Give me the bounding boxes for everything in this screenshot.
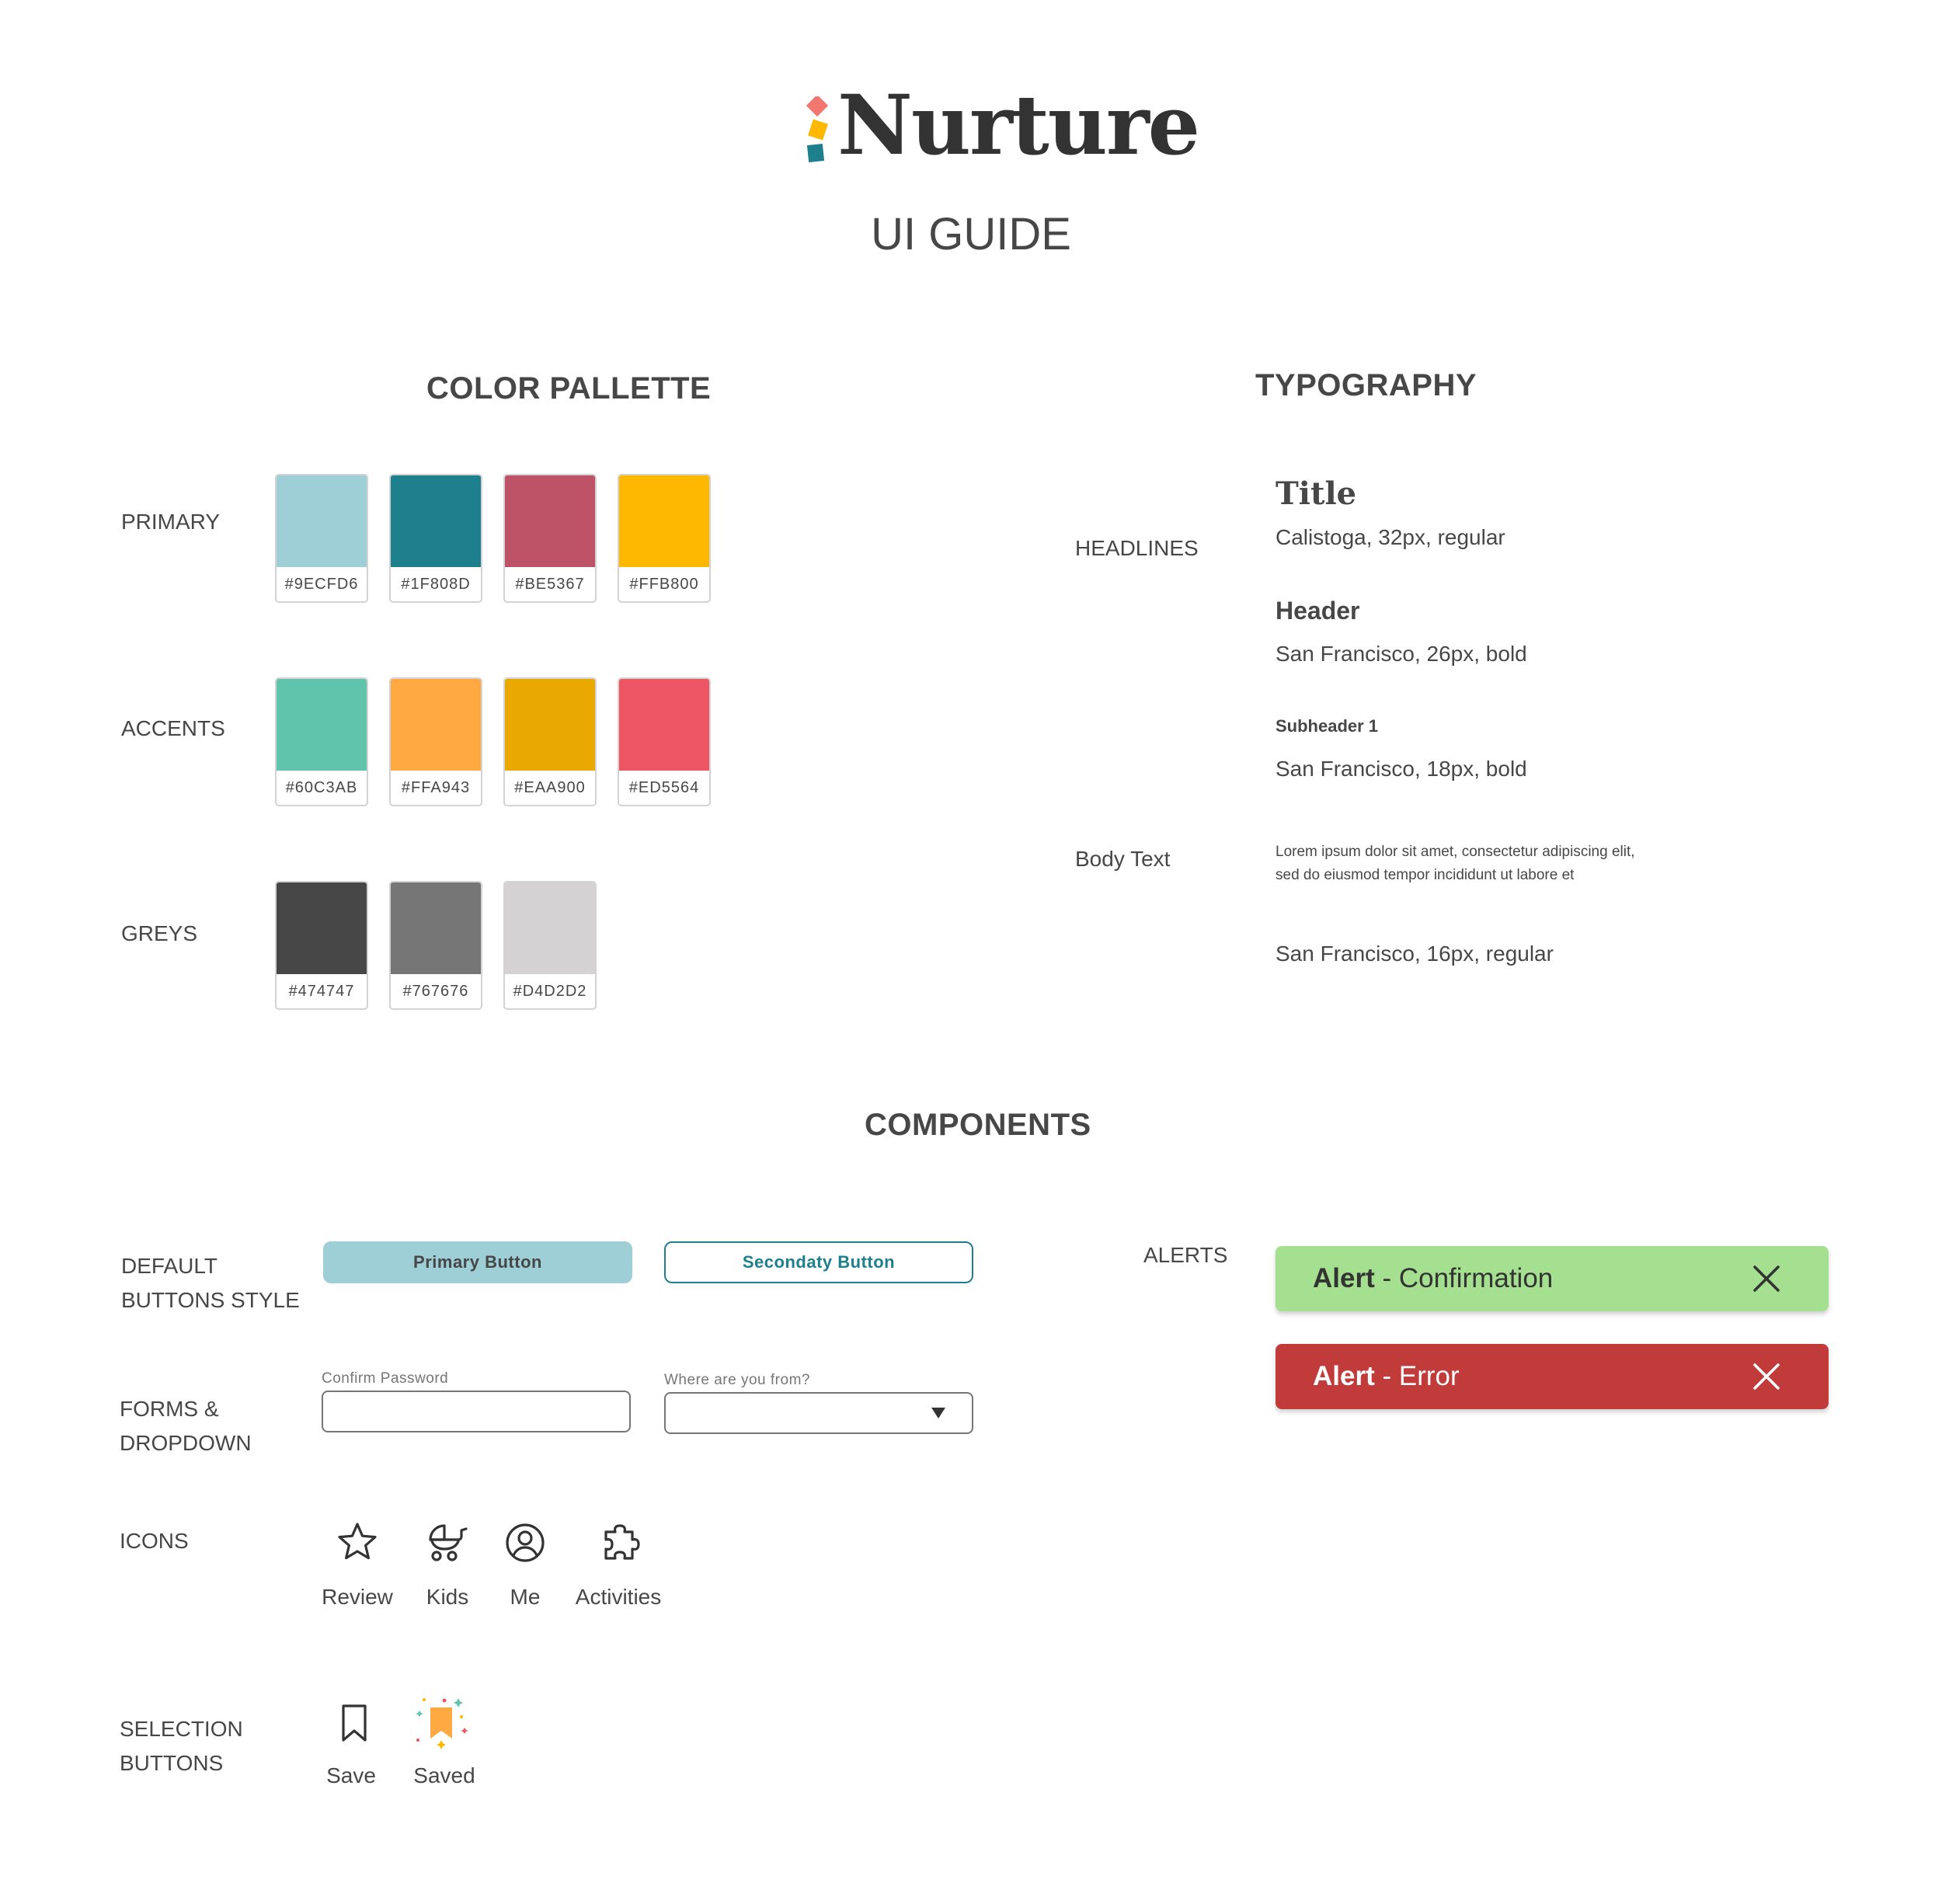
puzzle-icon[interactable] [598, 1521, 642, 1565]
color-chip [391, 882, 481, 974]
color-swatch: #1F808D [389, 474, 482, 603]
color-chip [619, 475, 709, 567]
color-hex-label: #767676 [402, 983, 469, 1000]
color-swatch: #60C3AB [275, 677, 368, 806]
password-field[interactable] [322, 1391, 631, 1432]
bookmark-filled-icon[interactable] [410, 1693, 472, 1756]
dropdown-arrow-icon [931, 1408, 945, 1418]
accents-label: ACCENTS [121, 716, 225, 740]
color-chip [277, 679, 367, 771]
buttons-label-line2: BUTTONS STYLE [121, 1288, 300, 1312]
color-hex-label: #FFB800 [629, 576, 699, 593]
forms-label-line2: DROPDOWN [120, 1431, 252, 1455]
subheader-desc: San Francisco, 18px, bold [1276, 757, 1527, 781]
color-chip [505, 679, 595, 771]
color-chip [505, 475, 595, 567]
page-subtitle: UI GUIDE [871, 209, 1071, 259]
color-hex-label: #BE5367 [515, 576, 585, 593]
header-desc: San Francisco, 26px, bold [1276, 642, 1527, 666]
saved-label: Saved [413, 1763, 475, 1787]
headlines-label: HEADLINES [1075, 536, 1199, 560]
color-hex-label: #EAA900 [514, 779, 586, 796]
color-hex-label: #474747 [288, 983, 355, 1000]
icon-label-kids: Kids [426, 1585, 469, 1609]
body-sample: Lorem ipsum dolor sit amet, consectetur … [1276, 844, 1635, 883]
alert-confirmation-text: - Confirmation [1374, 1263, 1554, 1293]
secondary-button[interactable]: Secondaty Button [664, 1241, 973, 1283]
password-field-label: Confirm Password [322, 1370, 449, 1387]
greys-label: GREYS [121, 921, 198, 945]
alert-error-title: Alert [1313, 1361, 1375, 1391]
color-swatch: #474747 [275, 881, 368, 1010]
color-chip [505, 882, 595, 974]
color-hex-label: #D4D2D2 [513, 983, 587, 1000]
color-swatch: #ED5564 [618, 677, 711, 806]
color-hex-label: #60C3AB [285, 779, 358, 796]
color-chip [277, 882, 367, 974]
save-label: Save [326, 1763, 376, 1787]
alert-confirmation: Alert - Confirmation [1276, 1246, 1829, 1311]
body-desc: San Francisco, 16px, regular [1276, 942, 1554, 966]
color-chip [391, 475, 481, 567]
color-swatch: #EAA900 [503, 677, 597, 806]
bookmark-icon[interactable] [332, 1701, 376, 1745]
color-chip [391, 679, 481, 771]
color-swatch: #FFA943 [389, 677, 482, 806]
alerts-label: ALERTS [1143, 1243, 1228, 1267]
primary-button[interactable]: Primary Button [323, 1241, 632, 1283]
title-sample: Title [1276, 475, 1357, 512]
body-text-label: Body Text [1075, 847, 1171, 871]
star-icon[interactable] [336, 1521, 379, 1565]
color-swatch: #D4D2D2 [503, 881, 597, 1010]
brand-name: Nurture [837, 76, 1200, 173]
stroller-icon[interactable] [426, 1521, 469, 1565]
country-dropdown[interactable] [664, 1392, 973, 1434]
close-icon[interactable] [1752, 1265, 1780, 1293]
close-icon[interactable] [1752, 1363, 1780, 1391]
icons-label: ICONS [120, 1529, 189, 1553]
icon-label-activities: Activities [575, 1585, 662, 1609]
typography-section-title: TYPOGRAPHY [1255, 368, 1477, 402]
color-swatch: #FFB800 [618, 474, 711, 603]
components-section-title: COMPONENTS [865, 1108, 1091, 1142]
header-sample: Header [1276, 597, 1360, 625]
color-chip [619, 679, 709, 771]
color-swatch: #BE5367 [503, 474, 597, 603]
country-dropdown-label: Where are you from? [664, 1372, 810, 1388]
alert-confirmation-title: Alert [1313, 1263, 1375, 1293]
selection-label-line2: BUTTONS [120, 1751, 224, 1775]
color-swatch: #767676 [389, 881, 482, 1010]
icon-label-me: Me [510, 1585, 541, 1609]
forms-label-line1: FORMS & [120, 1397, 219, 1421]
color-hex-label: #1F808D [401, 576, 471, 593]
alert-error: Alert - Error [1276, 1344, 1829, 1409]
color-hex-label: #ED5564 [628, 779, 700, 796]
alert-error-text: - Error [1374, 1361, 1460, 1391]
icon-label-review: Review [322, 1585, 393, 1609]
color-chip [277, 475, 367, 567]
buttons-label-line1: DEFAULT [121, 1254, 218, 1278]
title-desc: Calistoga, 32px, regular [1276, 525, 1505, 549]
color-swatch: #9ECFD6 [275, 474, 368, 603]
color-section-title: COLOR PALLETTE [426, 371, 712, 406]
logo-mark-icon [806, 96, 829, 162]
primary-label: PRIMARY [121, 510, 221, 534]
color-hex-label: #FFA943 [401, 779, 471, 796]
subheader-sample: Subheader 1 [1276, 716, 1379, 736]
user-circle-icon[interactable] [503, 1521, 547, 1565]
color-hex-label: #9ECFD6 [284, 576, 359, 593]
selection-label-line1: SELECTION [120, 1717, 243, 1741]
